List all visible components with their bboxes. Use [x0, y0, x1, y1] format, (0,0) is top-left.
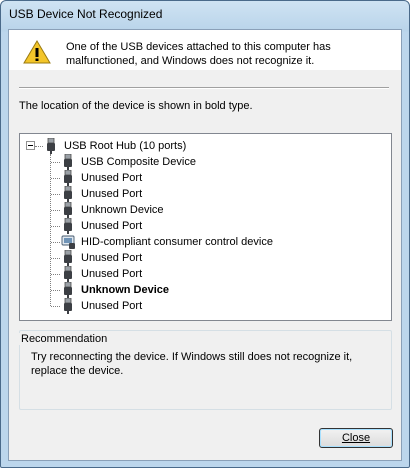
tree-node-label: Unknown Device [81, 284, 170, 296]
usb-plug-icon [61, 281, 75, 298]
tree-node-label: Unused Port [81, 300, 143, 312]
window-title: USB Device Not Recognized [9, 7, 163, 21]
tree-node-label: USB Composite Device [81, 156, 196, 168]
close-button-label: Close [341, 432, 371, 444]
tree-node-label: Unused Port [81, 268, 143, 280]
tree-node-label: Unknown Device [81, 204, 164, 216]
usb-plug-icon [61, 201, 75, 218]
separator [19, 87, 389, 89]
tree-connector [51, 274, 60, 275]
title-bar[interactable]: USB Device Not Recognized [1, 1, 409, 29]
tree-node-label: HID-compliant consumer control device [81, 236, 273, 248]
tree-connector [50, 154, 51, 306]
tree-connector [35, 146, 43, 147]
tree-connector [51, 194, 60, 195]
tree-connector [51, 210, 60, 211]
device-tree[interactable]: USB Root Hub (10 ports) USB Composite Dev… [19, 133, 392, 321]
tree-connector [51, 290, 60, 291]
close-button[interactable]: Close [319, 428, 393, 448]
tree-connector [51, 178, 60, 179]
recommendation-text: Try reconnecting the device. If Windows … [31, 351, 353, 377]
tree-connector [51, 162, 60, 163]
dialog-window: USB Device Not Recognized One of the USB… [0, 0, 410, 468]
hid-device-icon [61, 234, 75, 250]
recommendation-title: Recommendation [19, 333, 110, 345]
tree-node-label: Unused Port [81, 172, 143, 184]
usb-plug-icon [61, 185, 75, 202]
tree-connector [51, 306, 60, 307]
usb-plug-icon [61, 169, 75, 186]
tree-connector [51, 226, 60, 227]
collapse-toggle[interactable] [26, 141, 35, 150]
usb-plug-icon [61, 217, 75, 234]
tree-node-label: Unused Port [81, 188, 143, 200]
usb-plug-icon [44, 137, 58, 154]
dialog-client-area: One of the USB devices attached to this … [8, 29, 402, 461]
location-text: The location of the device is shown in b… [19, 100, 253, 112]
warning-icon [23, 40, 51, 64]
usb-plug-icon [61, 249, 75, 266]
tree-node-label: USB Root Hub (10 ports) [64, 140, 187, 152]
error-message: One of the USB devices attached to this … [66, 41, 331, 67]
tree-connector [51, 242, 60, 243]
tree-connector [51, 258, 60, 259]
usb-plug-icon [61, 297, 75, 314]
usb-plug-icon [61, 265, 75, 282]
tree-node-label: Unused Port [81, 220, 143, 232]
usb-plug-icon [61, 153, 75, 170]
message-header: One of the USB devices attached to this … [9, 30, 401, 70]
tree-node-label: Unused Port [81, 252, 143, 264]
